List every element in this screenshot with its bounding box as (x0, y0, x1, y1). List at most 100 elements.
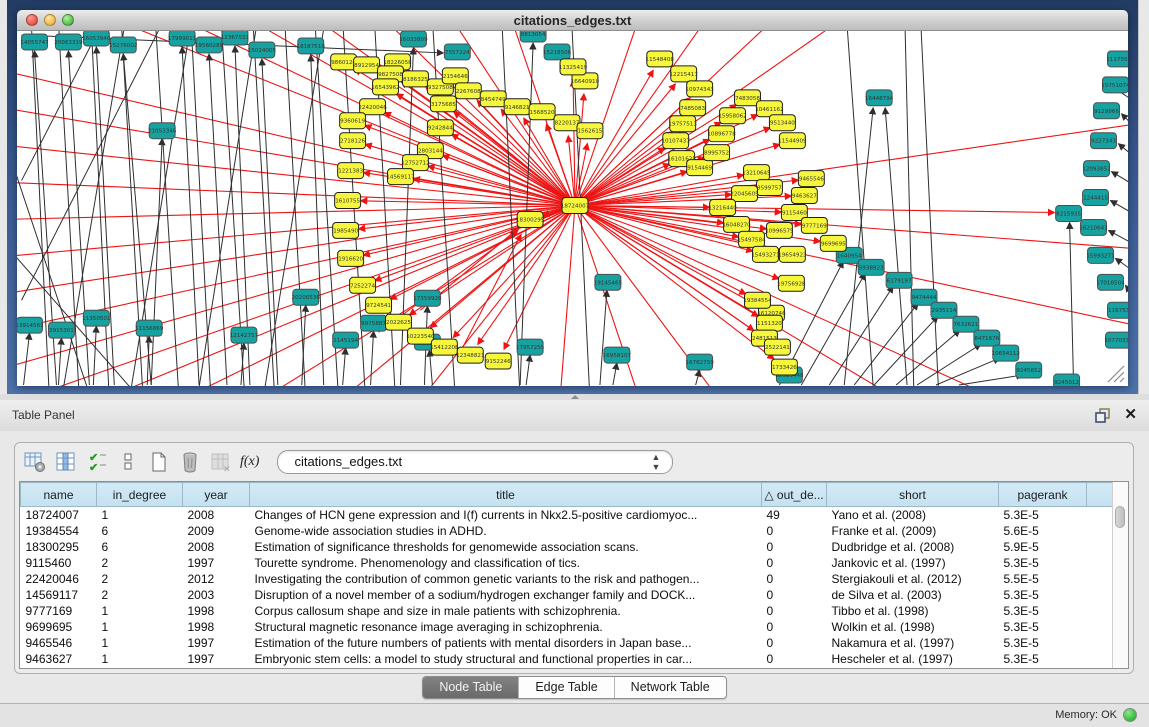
table-scrollbar[interactable] (1112, 482, 1128, 668)
graph-node[interactable]: 12093852 (1082, 161, 1110, 177)
cell-in_degree[interactable]: 2 (97, 587, 183, 603)
cell-out_degree[interactable]: 0 (762, 571, 827, 587)
graph-node[interactable]: 11548408 (646, 51, 675, 67)
cell-year[interactable]: 1998 (183, 603, 250, 619)
cell-short[interactable]: Yano et al. (2008) (827, 507, 999, 524)
graph-node[interactable]: 17999013 (168, 31, 197, 46)
function-builder-button[interactable]: f(x) (240, 454, 259, 470)
table-row[interactable]: 977716911998Corpus callosum shape and si… (21, 603, 1114, 619)
cell-out_degree[interactable]: 0 (762, 539, 827, 555)
cell-title[interactable]: Estimation of significance thresholds fo… (250, 539, 762, 555)
graph-node[interactable]: 1733426 (771, 359, 797, 375)
graph-node[interactable]: 9227343 (1091, 133, 1117, 149)
graph-node[interactable]: 17016504 (1096, 274, 1125, 290)
graph-node[interactable]: 15412208 (430, 339, 459, 355)
tab-node-table[interactable]: Node Table (423, 677, 518, 698)
graph-node[interactable]: 9146821 (504, 99, 530, 115)
cell-in_degree[interactable]: 6 (97, 523, 183, 539)
graph-node[interactable]: 15276002 (109, 37, 137, 53)
cell-out_degree[interactable]: 0 (762, 555, 827, 571)
close-panel-icon[interactable]: ✕ (1124, 407, 1137, 423)
graph-node[interactable]: 2522141 (764, 339, 790, 355)
cell-title[interactable]: Disruption of a novel member of a sodium… (250, 587, 762, 603)
graph-node[interactable]: 15218506 (543, 44, 572, 60)
float-panel-icon[interactable] (1095, 407, 1111, 428)
memory-status-led[interactable] (1123, 708, 1137, 722)
network-window-titlebar[interactable]: citations_edges.txt (17, 10, 1128, 31)
cell-out_degree[interactable]: 0 (762, 651, 827, 667)
column-header-name[interactable]: name (21, 483, 97, 507)
graph-node[interactable]: 2267608 (455, 83, 481, 99)
graph-node[interactable]: 16048270 (722, 216, 751, 232)
cell-out_degree[interactable]: 0 (762, 635, 827, 651)
graph-node[interactable]: 14569117 (386, 169, 415, 185)
graph-node[interactable]: 8186325 (402, 71, 428, 87)
cell-year[interactable]: 1998 (183, 619, 250, 635)
graph-node[interactable]: 9360619 (340, 113, 366, 129)
graph-node[interactable]: 10107437 (662, 133, 691, 149)
cell-short[interactable]: Wolkin et al. (1998) (827, 619, 999, 635)
column-header-title[interactable]: title (250, 483, 762, 507)
cell-title[interactable]: Tourette syndrome. Phenomenology and cla… (250, 555, 762, 571)
graph-node[interactable]: 1244415 (1083, 190, 1109, 206)
combo-stepper-icon[interactable]: ▲▼ (652, 452, 661, 472)
cell-short[interactable]: Tibbo et al. (1998) (827, 603, 999, 619)
graph-node[interactable]: 9465546 (798, 171, 824, 187)
cell-name[interactable]: 19384554 (21, 523, 97, 539)
graph-node[interactable]: 7252274 (350, 277, 376, 293)
splitter-handle-icon[interactable] (571, 395, 579, 399)
cell-title[interactable]: Investigating the contribution of common… (250, 571, 762, 587)
graph-node[interactable]: 6179197 (886, 272, 912, 288)
cell-in_degree[interactable]: 1 (97, 603, 183, 619)
graph-node[interactable]: 12215417 (669, 66, 698, 82)
graph-node[interactable]: 1916620 (338, 250, 364, 266)
tab-network-table[interactable]: Network Table (614, 677, 726, 698)
cell-name[interactable]: 9463627 (21, 651, 97, 667)
graph-node[interactable]: 9860124 (331, 54, 357, 70)
graph-node[interactable]: 5938923 (858, 259, 884, 275)
graph-node[interactable]: 9152246 (485, 353, 511, 369)
graph-node[interactable]: 15993271 (1086, 247, 1115, 263)
graph-node[interactable]: 16033809 (399, 31, 428, 47)
cell-pagerank[interactable]: 5.6E-5 (999, 523, 1087, 539)
graph-node[interactable]: 18300295 (516, 211, 545, 227)
cell-in_degree[interactable]: 2 (97, 555, 183, 571)
graph-node[interactable]: 19654923 (778, 246, 807, 262)
cell-title[interactable]: Structural magnetic resonance image aver… (250, 619, 762, 635)
graph-node[interactable]: 19560289 (195, 37, 224, 53)
graph-node[interactable]: 17359928 (413, 290, 442, 306)
graph-node[interactable]: 9777169 (801, 217, 827, 233)
cell-out_degree[interactable]: 0 (762, 523, 827, 539)
cell-pagerank[interactable]: 5.3E-5 (999, 651, 1087, 667)
graph-node[interactable]: 9599757 (756, 180, 782, 196)
graph-node[interactable]: 8471676 (974, 330, 1000, 346)
graph-node[interactable]: 8813054 (520, 31, 546, 42)
table-mode-button[interactable] (23, 450, 47, 474)
graph-node[interactable]: 8215935 (1056, 206, 1082, 222)
cell-name[interactable]: 9699695 (21, 619, 97, 635)
cell-pagerank[interactable]: 5.3E-5 (999, 635, 1087, 651)
graph-node[interactable]: 10223540 (406, 328, 435, 344)
graph-node[interactable]: 1145194 (333, 332, 359, 348)
graph-node[interactable]: 3915301 (48, 322, 74, 338)
cell-title[interactable]: Estimation of the future numbers of pati… (250, 635, 762, 651)
graph-node[interactable]: 2154646 (442, 68, 468, 84)
graph-node[interactable]: 11175510 (1106, 51, 1128, 67)
graph-node[interactable]: 1568520 (529, 104, 555, 120)
cell-in_degree[interactable]: 1 (97, 651, 183, 667)
graph-node[interactable]: 9154469 (687, 160, 713, 176)
graph-node[interactable]: 19757513 (668, 116, 697, 132)
graph-node[interactable]: 18187510 (297, 38, 326, 54)
cell-name[interactable]: 22420046 (21, 571, 97, 587)
cell-name[interactable]: 18724007 (21, 507, 97, 524)
cell-in_degree[interactable]: 6 (97, 539, 183, 555)
graph-node[interactable]: 9242844 (427, 120, 453, 136)
graph-node[interactable]: 9975887 (361, 315, 387, 331)
network-canvas[interactable]: 1872400714055747200633191605394015276002… (17, 31, 1128, 386)
table-row[interactable]: 946362711997Embryonic stem cells: a mode… (21, 651, 1114, 667)
graph-node[interactable]: 20063319 (54, 34, 83, 50)
graph-node[interactable]: 10996575 (765, 222, 794, 238)
graph-node[interactable]: 16053940 (82, 31, 111, 46)
cell-in_degree[interactable]: 1 (97, 635, 183, 651)
graph-node[interactable]: 15497584 (737, 231, 766, 247)
